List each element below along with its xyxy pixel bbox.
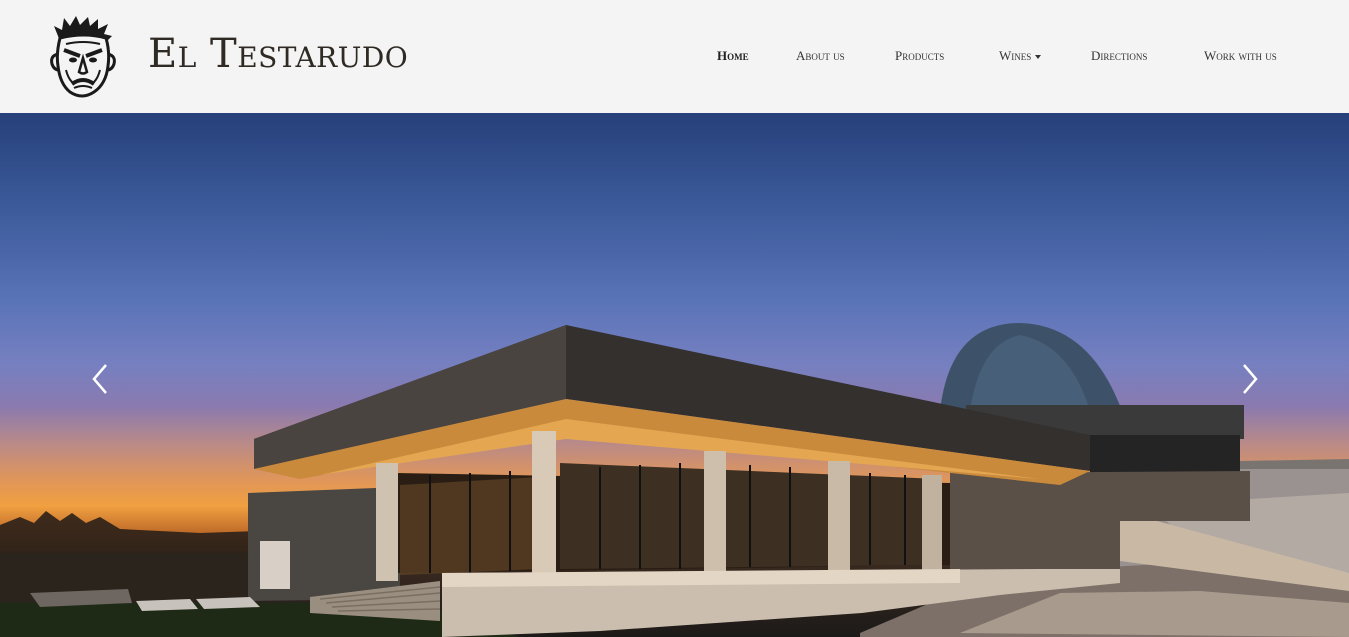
nav-item-directions[interactable]: Directions [1091,46,1147,66]
nav-item-home[interactable]: Home [717,46,749,66]
nav-item-label: Wines [999,48,1032,63]
nav-item-wines[interactable]: Wines [999,46,1042,66]
hero-slide-image [0,323,1349,637]
hero-carousel [0,113,1349,637]
nav-item-label: Work with us [1204,48,1277,63]
carousel-next-button[interactable] [1234,359,1264,399]
nav-item-products[interactable]: Products [895,46,944,66]
main-nav: Home About us Products Wines Directions … [0,46,1349,66]
caret-down-icon [1035,55,1042,60]
nav-item-work-with-us[interactable]: Work with us [1204,46,1277,66]
nav-item-label: About us [796,48,845,63]
nav-item-label: Home [717,48,749,63]
chevron-left-icon [92,364,107,394]
chevron-right-icon [1243,364,1258,394]
site-header: El Testarudo Home About us Products Wine… [0,0,1349,113]
nav-item-label: Products [895,48,945,63]
carousel-prev-button[interactable] [86,359,116,399]
nav-item-about-us[interactable]: About us [796,46,845,66]
nav-item-label: Directions [1091,48,1148,63]
